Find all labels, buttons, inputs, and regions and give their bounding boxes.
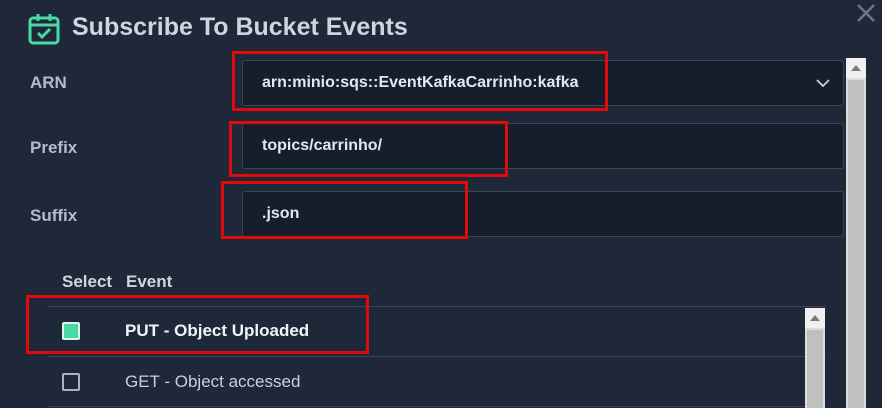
arrow-up-icon — [810, 315, 820, 321]
row-divider — [48, 406, 826, 407]
prefix-input[interactable]: topics/carrinho/ — [242, 123, 844, 169]
chevron-down-icon — [816, 79, 830, 88]
list-scroll-up-button[interactable] — [805, 308, 825, 328]
row-divider — [48, 356, 826, 357]
prefix-value: topics/carrinho/ — [262, 137, 383, 154]
event-label-put: PUT - Object Uploaded — [125, 321, 310, 340]
list-scrollbar-thumb[interactable] — [807, 330, 823, 408]
arn-value: arn:minio:sqs::EventKafkaCarrinho:kafka — [262, 74, 579, 91]
scrollbar-thumb[interactable] — [848, 80, 864, 408]
suffix-input[interactable]: .json — [242, 191, 844, 237]
event-checkbox-get[interactable] — [62, 373, 80, 391]
suffix-value: .json — [262, 205, 300, 222]
event-checkbox-put[interactable] — [62, 322, 80, 340]
calendar-check-icon — [28, 14, 60, 45]
arrow-up-icon — [851, 65, 861, 71]
event-column-header: Event — [126, 272, 173, 291]
table-divider — [48, 306, 826, 307]
scroll-up-button[interactable] — [846, 58, 866, 78]
modal-title: Subscribe To Bucket Events — [72, 13, 408, 41]
close-icon[interactable] — [853, 0, 879, 26]
modal-scrollbar[interactable] — [846, 58, 866, 408]
select-column-header: Select — [62, 272, 113, 291]
prefix-label: Prefix — [30, 138, 78, 157]
events-list-scrollbar[interactable] — [805, 308, 825, 408]
arn-label: ARN — [30, 73, 67, 92]
event-label-get: GET - Object accessed — [125, 372, 301, 391]
suffix-label: Suffix — [30, 206, 78, 225]
arn-select[interactable]: arn:minio:sqs::EventKafkaCarrinho:kafka — [242, 60, 844, 106]
